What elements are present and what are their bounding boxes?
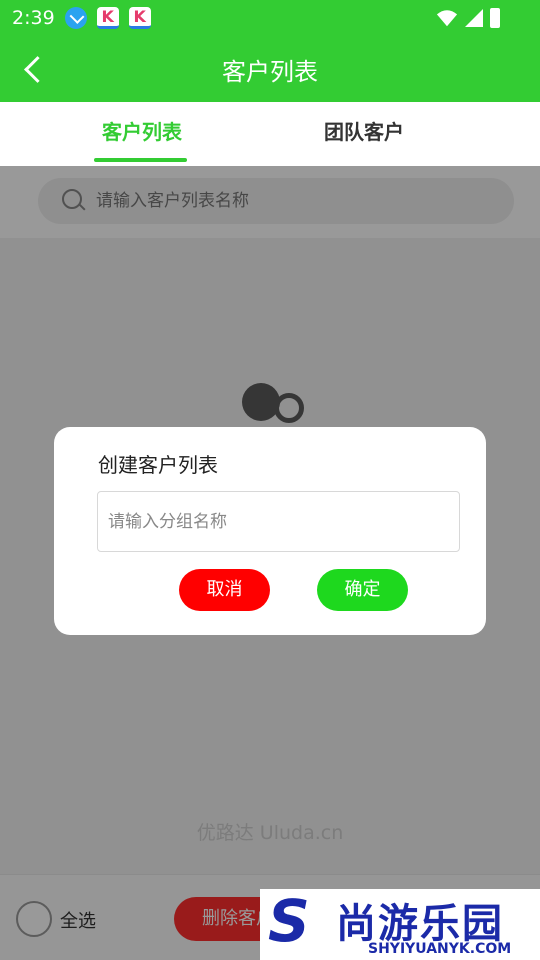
group-name-input[interactable] (97, 491, 460, 552)
site-logo: S 尚游乐园 SHYIYUANYK.COM (260, 889, 540, 960)
active-tab-indicator (94, 158, 187, 162)
status-indicators (436, 7, 500, 29)
app-bar: 客户列表 (0, 36, 540, 102)
tab-customer-list[interactable]: 客户列表 (102, 116, 182, 145)
status-time: 2:39 (12, 7, 55, 29)
logo-domain: SHYIYUANYK.COM (368, 941, 512, 957)
app-notification-icon: K (96, 7, 119, 29)
dialog-title: 创建客户列表 (98, 453, 218, 477)
tab-bar: 客户列表 团队客户 (0, 102, 540, 166)
wifi-icon (436, 10, 458, 27)
signal-icon (465, 9, 483, 27)
logo-mark: S (268, 887, 310, 955)
cancel-button[interactable]: 取消 (179, 569, 270, 611)
battery-icon (490, 8, 500, 28)
download-icon (64, 7, 87, 29)
page-title: 客户列表 (222, 58, 318, 86)
app-notification-icon: K (128, 7, 151, 29)
create-list-dialog: 创建客户列表 取消 确定 (54, 427, 486, 635)
tab-team-customers[interactable]: 团队客户 (324, 116, 404, 145)
status-bar: 2:39 K K (0, 0, 540, 36)
confirm-button[interactable]: 确定 (317, 569, 408, 611)
